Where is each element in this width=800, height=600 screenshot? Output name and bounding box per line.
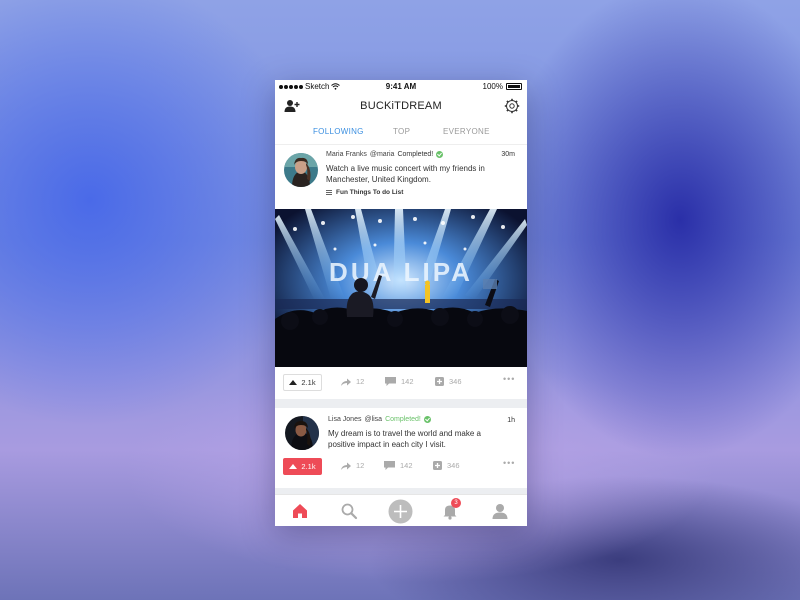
bottom-tab-bar: 3 <box>275 494 527 526</box>
battery-label: 100% <box>482 82 503 91</box>
add-count: 346 <box>449 377 462 386</box>
share-count: 12 <box>356 461 365 470</box>
search-icon[interactable] <box>339 501 359 521</box>
add-to-list-icon <box>433 461 442 470</box>
comment-icon <box>384 461 395 470</box>
post-text: My dream is to travel the world and make… <box>328 429 481 449</box>
feed-tabs: FOLLOWING TOP EVERYONE <box>275 120 527 145</box>
comment-button[interactable]: 142 <box>384 461 413 470</box>
post-time: 30m <box>501 151 515 158</box>
concert-photo[interactable]: DUA LIPA <box>275 209 527 367</box>
list-icon <box>326 190 332 195</box>
profile-icon[interactable] <box>490 501 510 521</box>
post-card: Maria Franks @maria Completed! 30m Watch… <box>275 145 527 399</box>
share-icon <box>341 462 351 470</box>
upvote-count: 2.1k <box>301 462 316 471</box>
post-meta: Maria Franks @maria Completed! <box>326 151 444 158</box>
upvote-button[interactable]: 2.1k <box>283 374 322 391</box>
home-icon[interactable] <box>290 501 310 521</box>
comment-count: 142 <box>401 377 414 386</box>
comment-icon <box>385 377 396 386</box>
tab-top[interactable]: TOP <box>393 127 410 136</box>
add-to-list-button[interactable]: 346 <box>433 461 460 470</box>
list-name: Fun Things To do List <box>336 189 404 196</box>
avatar[interactable] <box>284 153 318 187</box>
status-label: Completed! <box>385 416 421 423</box>
battery-icon <box>506 83 522 90</box>
app-title: BUCKiTDREAM <box>360 100 442 112</box>
upvote-icon <box>289 464 298 469</box>
nav-bar: BUCKiTDREAM <box>275 94 527 120</box>
post-text: Watch a live music concert with my frien… <box>326 164 485 184</box>
author-handle[interactable]: @maria <box>370 151 395 158</box>
comment-button[interactable]: 142 <box>385 377 414 386</box>
check-icon <box>423 416 431 423</box>
post-actions: 2.1k 12 142 346 ••• <box>275 373 527 395</box>
add-count: 346 <box>447 461 460 470</box>
share-button[interactable]: 12 <box>341 461 364 470</box>
share-icon <box>341 378 351 386</box>
author-name[interactable]: Maria Franks <box>326 151 367 158</box>
upvote-button[interactable]: 2.1k <box>283 458 322 475</box>
settings-gear-icon[interactable] <box>504 98 520 114</box>
create-post-icon[interactable] <box>388 499 413 524</box>
check-icon <box>436 151 444 158</box>
post-time: 1h <box>507 417 515 424</box>
status-label: Completed! <box>397 151 434 158</box>
notification-badge: 3 <box>451 498 461 508</box>
share-button[interactable]: 12 <box>341 377 364 386</box>
post-meta: Lisa Jones @lisa Completed! <box>328 416 431 423</box>
author-handle[interactable]: @lisa <box>364 416 382 423</box>
author-name[interactable]: Lisa Jones <box>328 416 361 423</box>
tab-following[interactable]: FOLLOWING <box>313 127 364 136</box>
list-link[interactable]: Fun Things To do List <box>326 189 403 196</box>
post-actions: 2.1k 12 142 346 ••• <box>275 457 527 479</box>
post-card: Lisa Jones @lisa Completed! 1h My dream … <box>275 408 527 488</box>
status-bar: Sketch 9:41 AM 100% <box>275 80 527 94</box>
share-count: 12 <box>356 377 365 386</box>
add-to-list-icon <box>435 377 444 386</box>
more-options-icon[interactable]: ••• <box>503 374 515 384</box>
stage-sign: DUA LIPA <box>329 257 473 287</box>
upvote-count: 2.1k <box>301 378 316 387</box>
avatar[interactable] <box>285 416 319 450</box>
phone-screen: Sketch 9:41 AM 100% BUCKiTDREAM FOLLOWIN… <box>275 80 527 526</box>
comment-count: 142 <box>400 461 413 470</box>
tab-everyone[interactable]: EVERYONE <box>443 127 490 136</box>
add-to-list-button[interactable]: 346 <box>435 377 462 386</box>
upvote-icon <box>289 380 298 385</box>
more-options-icon[interactable]: ••• <box>503 458 515 468</box>
